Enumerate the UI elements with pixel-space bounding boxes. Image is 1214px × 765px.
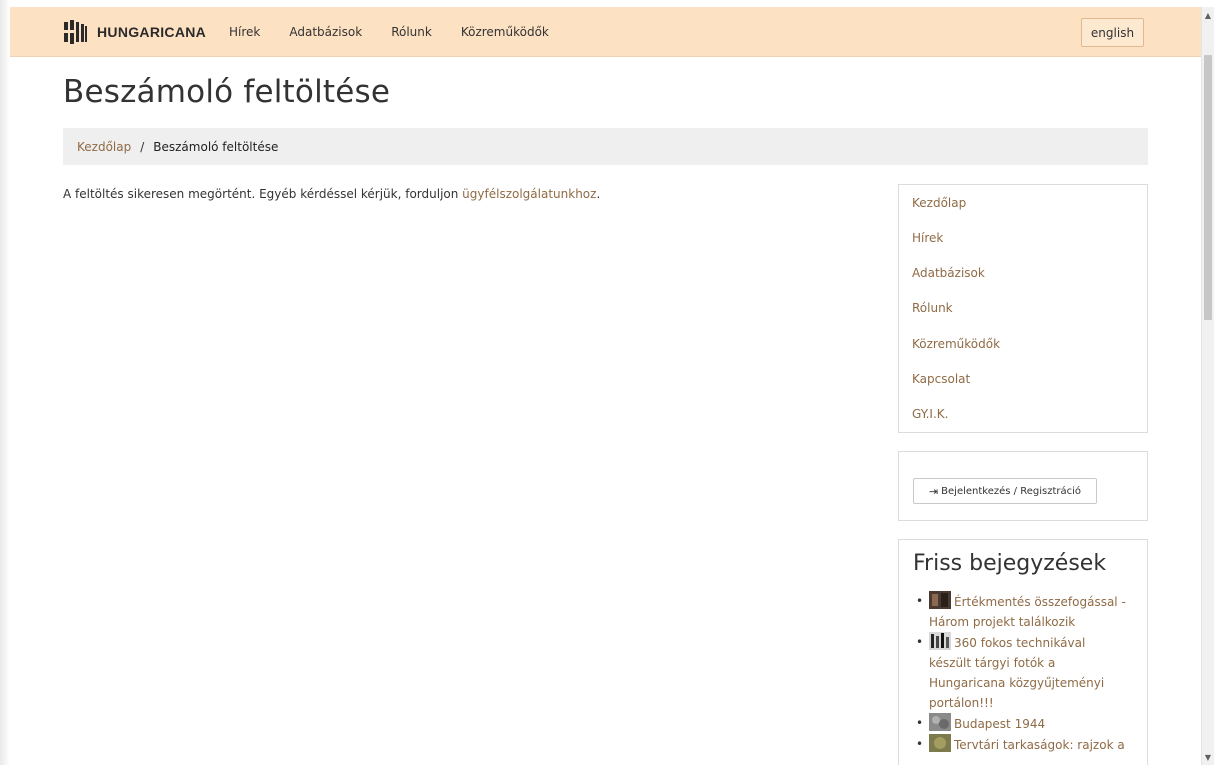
breadcrumb: Kezdőlap / Beszámoló feltöltése — [63, 128, 1148, 165]
scroll-up-arrow-icon[interactable]: ▲ — [1202, 7, 1214, 23]
login-register-label: Bejelentkezés / Regisztráció — [941, 485, 1082, 497]
recent-post-item: • Tervtári tarkaságok: rajzok a — [915, 734, 1140, 755]
photo-thumb-olive-icon[interactable] — [929, 734, 951, 752]
recent-post-item: • Értékmentés összefogással - Három proje… — [915, 591, 1140, 632]
sidebar-item-about[interactable]: Rólunk — [912, 301, 953, 315]
scroll-down-arrow-icon[interactable]: ▼ — [1202, 749, 1214, 765]
page: HUNGARICANA Hírek Adatbázisok Rólunk Köz… — [0, 0, 1214, 765]
bullet: • — [916, 716, 924, 730]
success-message: A feltöltés sikeresen megörtént. Egyéb k… — [63, 187, 600, 201]
page-scrollbar[interactable]: ▲ ▼ — [1201, 7, 1214, 765]
success-message-text: A feltöltés sikeresen megörtént. Egyéb k… — [63, 187, 463, 201]
sidebar-item-contributors[interactable]: Közreműködők — [912, 337, 1000, 351]
page-title: Beszámoló feltöltése — [63, 74, 391, 110]
photo-thumb-dark-icon[interactable] — [929, 591, 951, 609]
recent-post-item: • 360 fokos technikával készült tárgyi fo… — [915, 632, 1140, 713]
bullet: • — [916, 635, 924, 649]
breadcrumb-current: Beszámoló feltöltése — [153, 139, 279, 154]
main-nav: Hírek Adatbázisok Rólunk Közreműködők — [229, 7, 578, 56]
recent-post-link[interactable]: Tervtári tarkaságok: rajzok a — [954, 738, 1125, 752]
recent-post-link-cont[interactable]: készült tárgyi fotók a — [929, 656, 1055, 670]
nav-link-contributors[interactable]: Közreműködők — [461, 25, 549, 39]
window-edge — [0, 0, 10, 765]
recent-post-link[interactable]: 360 fokos technikával — [954, 636, 1085, 650]
top-navbar: HUNGARICANA Hírek Adatbázisok Rólunk Köz… — [10, 7, 1201, 57]
recent-posts-title: Friss bejegyzések — [913, 551, 1107, 576]
recent-post-link[interactable]: Budapest 1944 — [954, 717, 1045, 731]
sidebar-item-contact[interactable]: Kapcsolat — [912, 372, 970, 386]
recent-posts-list: • Értékmentés összefogással - Három proje… — [915, 591, 1140, 755]
recent-post-link-cont[interactable]: portálon!!! — [929, 696, 994, 710]
breadcrumb-home-link[interactable]: Kezdőlap — [77, 140, 131, 154]
login-register-button[interactable]: ⇥ Bejelentkezés / Regisztráció — [913, 478, 1097, 504]
scrollbar-thumb[interactable] — [1204, 55, 1212, 320]
nav-link-news[interactable]: Hírek — [229, 25, 260, 39]
nav-link-databases[interactable]: Adatbázisok — [289, 25, 362, 39]
breadcrumb-separator: / — [140, 139, 145, 154]
bullet: • — [916, 594, 924, 608]
recent-post-link[interactable]: Értékmentés összefogással - — [954, 595, 1126, 609]
recent-post-item: • Budapest 1944 — [915, 713, 1140, 734]
language-button[interactable]: english — [1081, 18, 1144, 47]
photo-thumb-grey-icon[interactable] — [929, 713, 951, 731]
brand[interactable]: HUNGARICANA — [63, 19, 206, 45]
recent-posts-panel: Friss bejegyzések • Értékmentés összefog… — [898, 539, 1148, 765]
recent-post-link-cont[interactable]: Három projekt találkozik — [929, 615, 1075, 629]
success-message-end: . — [596, 187, 601, 201]
brand-name: HUNGARICANA — [97, 24, 207, 40]
sidebar-item-faq[interactable]: GY.I.K. — [912, 407, 948, 421]
sidebar-item-news[interactable]: Hírek — [912, 231, 943, 245]
login-panel: ⇥ Bejelentkezés / Regisztráció — [898, 451, 1148, 521]
nav-link-about[interactable]: Rólunk — [391, 25, 432, 39]
sidebar-item-databases[interactable]: Adatbázisok — [912, 266, 985, 280]
hungaricana-logo-icon — [64, 20, 87, 44]
photo-thumb-bw-icon[interactable] — [929, 632, 951, 650]
sidebar-item-home[interactable]: Kezdőlap — [912, 196, 966, 210]
customer-service-link[interactable]: ügyfélszolgálatunkhoz — [462, 187, 596, 201]
bullet: • — [916, 737, 924, 751]
sidebar-nav: Kezdőlap Hírek Adatbázisok Rólunk Közrem… — [898, 184, 1148, 433]
recent-post-link-cont[interactable]: Hungaricana közgyűjteményi — [929, 676, 1104, 690]
sign-in-icon: ⇥ — [928, 484, 939, 498]
